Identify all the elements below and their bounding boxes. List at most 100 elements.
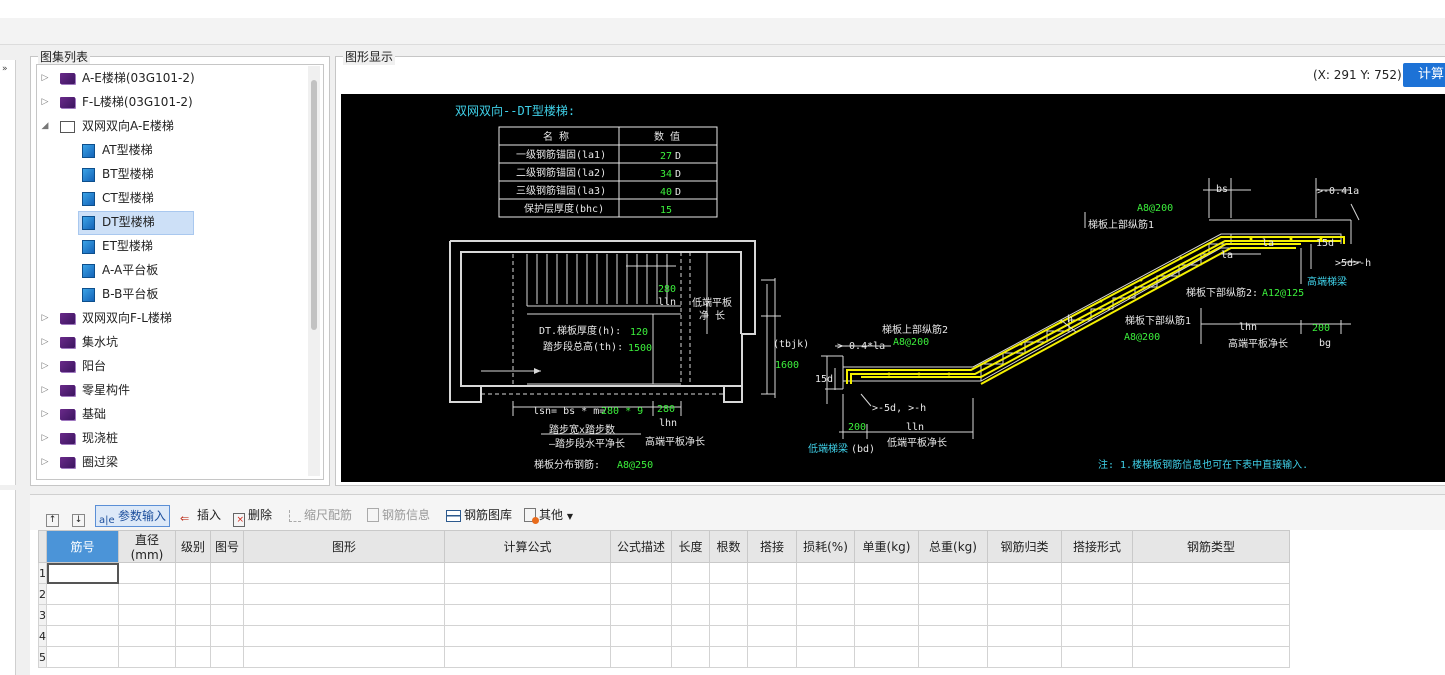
grid-cell[interactable] [918,583,988,605]
grid-cell[interactable] [243,625,445,647]
grid-cell[interactable] [610,583,672,605]
grid-cell[interactable] [671,646,710,668]
collapsed-arrow-icon[interactable]: ▷ [40,427,50,449]
grid-cell[interactable] [918,625,988,647]
collapsed-arrow-icon[interactable]: ▷ [40,307,50,329]
grid-cell[interactable] [671,625,710,647]
grid-cell[interactable] [796,562,855,584]
grid-cell[interactable] [444,583,611,605]
grid-cell[interactable] [610,562,672,584]
expanded-arrow-icon[interactable]: ◢ [40,115,50,137]
grid-cell[interactable] [1132,646,1290,668]
grid-cell[interactable] [118,583,176,605]
grid-cell[interactable] [243,583,445,605]
grid-cell[interactable] [444,625,611,647]
grid-cell[interactable] [854,646,919,668]
grid-cell[interactable] [46,604,119,626]
grid-cell[interactable] [46,583,119,605]
grid-column-header[interactable]: 筋号 [46,530,119,563]
grid-cell[interactable] [709,604,748,626]
grid-column-header[interactable]: 单重(kg) [854,530,919,563]
collapsed-arrow-icon[interactable]: ▷ [40,67,50,89]
grid-cell[interactable] [610,625,672,647]
grid-cell[interactable] [1061,646,1133,668]
table-row[interactable]: 1 [38,562,1290,584]
grid-column-header[interactable]: 损耗(%) [796,530,855,563]
grid-column-header[interactable]: 总重(kg) [918,530,988,563]
grid-column-header[interactable]: 图号 [210,530,244,563]
grid-column-header[interactable]: 级别 [175,530,211,563]
grid-cell[interactable] [987,583,1062,605]
grid-column-header[interactable]: 搭接形式 [1061,530,1133,563]
grid-cell[interactable] [1061,625,1133,647]
move-up-button[interactable]: ↑ [46,505,62,527]
grid-cell[interactable] [610,646,672,668]
grid-column-header[interactable]: 根数 [709,530,748,563]
collapsed-arrow-icon[interactable]: ▷ [40,91,50,113]
grid-column-header[interactable]: 计算公式 [444,530,611,563]
grid-cell[interactable] [175,562,211,584]
grid-cell[interactable] [747,604,797,626]
grid-cell[interactable] [987,646,1062,668]
grid-cell[interactable] [46,625,119,647]
grid-cell[interactable] [987,562,1062,584]
grid-cell[interactable] [747,625,797,647]
grid-cell[interactable] [1061,562,1133,584]
grid-cell[interactable] [796,604,855,626]
collapsed-arrow-icon[interactable]: ▷ [40,451,50,473]
grid-cell[interactable] [210,604,244,626]
grid-cell[interactable] [747,562,797,584]
expand-chevron-icon[interactable]: » [2,64,8,74]
grid-cell[interactable] [796,625,855,647]
delete-button[interactable]: × 删除 [233,505,272,527]
table-row[interactable]: 4 [38,625,1290,647]
grid-cell[interactable] [175,583,211,605]
grid-cell[interactable] [175,604,211,626]
grid-cell[interactable] [118,562,176,584]
grid-column-header[interactable]: 钢筋归类 [987,530,1062,563]
cad-drawing-canvas[interactable]: 双网双向--DT型楼梯: 名 称 数 值 一级钢筋锚固(la1) 27 D 二级… [341,94,1445,482]
grid-column-header[interactable]: 图形 [243,530,445,563]
grid-cell[interactable] [175,625,211,647]
grid-cell[interactable] [444,604,611,626]
grid-cell[interactable] [918,646,988,668]
grid-cell[interactable] [46,562,119,584]
other-button[interactable]: 其他 ▼ [524,505,573,525]
grid-column-header[interactable]: 搭接 [747,530,797,563]
grid-cell[interactable] [987,604,1062,626]
grid-cell[interactable] [444,562,611,584]
grid-cell[interactable] [243,604,445,626]
collapsed-arrow-icon[interactable]: ▷ [40,331,50,353]
collapsed-arrow-icon[interactable]: ▷ [40,355,50,377]
collapsed-left-panel[interactable]: » [0,60,16,485]
grid-cell[interactable] [118,646,176,668]
grid-cell[interactable] [1061,604,1133,626]
grid-cell[interactable] [46,646,119,668]
grid-cell[interactable] [709,583,748,605]
grid-cell[interactable] [854,604,919,626]
grid-cell[interactable] [854,562,919,584]
grid-cell[interactable] [709,625,748,647]
grid-cell[interactable] [854,583,919,605]
grid-cell[interactable] [610,604,672,626]
rebar-info-button[interactable]: 钢筋信息 [367,505,430,525]
grid-cell[interactable] [671,604,710,626]
grid-column-header[interactable]: 长度 [671,530,710,563]
scale-rebar-button[interactable]: 缩尺配筋 [289,505,352,525]
grid-cell[interactable] [243,562,445,584]
grid-cell[interactable] [796,646,855,668]
grid-cell[interactable] [918,562,988,584]
grid-cell[interactable] [747,646,797,668]
grid-cell[interactable] [709,562,748,584]
grid-column-header[interactable]: 公式描述 [610,530,672,563]
grid-cell[interactable] [671,562,710,584]
grid-cell[interactable] [854,625,919,647]
calculate-button[interactable]: 计算( [1403,63,1445,87]
tree-scrollbar[interactable] [308,66,320,476]
insert-button[interactable]: ⇐ 插入 [180,505,221,525]
table-row[interactable]: 5 [38,646,1290,668]
grid-cell[interactable] [987,625,1062,647]
grid-cell[interactable] [175,646,211,668]
grid-cell[interactable] [210,562,244,584]
grid-cell[interactable] [709,646,748,668]
